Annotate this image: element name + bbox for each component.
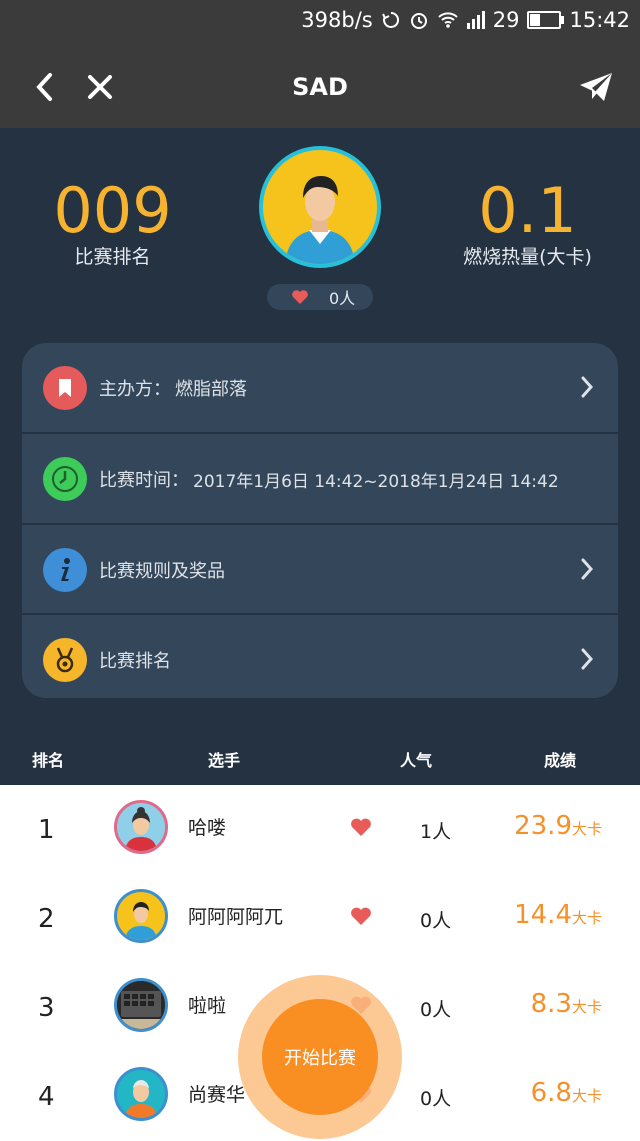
row-name: 阿阿阿阿兀 [188, 906, 284, 928]
row-rank: 1 [38, 815, 55, 845]
status-bar: 398b/s 29 15:42 [0, 0, 640, 45]
page-title: SAD [292, 73, 348, 101]
score-value: 8.3 [530, 989, 572, 1019]
rules-row[interactable]: 比赛规则及奖品 [22, 525, 618, 615]
time-label: 比赛时间： [99, 470, 189, 491]
row-popularity: 0人 [420, 1088, 452, 1110]
paper-plane-icon [580, 73, 612, 101]
likes-count[interactable]: 0人 [267, 284, 373, 310]
chevron-right-icon [581, 558, 594, 580]
battery-level: 29 [492, 8, 520, 32]
user-avatar[interactable] [259, 146, 381, 268]
heart-icon [292, 290, 308, 304]
avatar[interactable] [114, 1067, 168, 1121]
calorie-value: 0.1 [478, 174, 577, 247]
row-name: 尚赛华 [188, 1084, 246, 1106]
row-popularity: 1人 [420, 821, 452, 843]
alarm-icon [410, 13, 427, 29]
row-score: 8.3大卡 [531, 989, 602, 1019]
rank-value: 009 [53, 174, 172, 247]
header-rank: 排名 [32, 751, 65, 770]
sync-icon [381, 11, 399, 28]
row-score: 23.9大卡 [514, 811, 602, 841]
header-score: 成绩 [544, 751, 577, 770]
score-unit: 大卡 [571, 820, 602, 838]
avatar-elder-icon [125, 1080, 157, 1118]
info-icon [43, 548, 87, 592]
bookmark-icon [43, 366, 87, 410]
row-popularity: 0人 [420, 999, 452, 1021]
nav-bar: SAD [0, 45, 640, 128]
time-value: 2017年1月6日 14:42~2018年1月24日 14:42 [193, 471, 559, 492]
calorie-stat: 0.1 燃烧热量(大卡) [455, 180, 600, 269]
start-race-button[interactable]: 开始比赛 [262, 999, 378, 1115]
avatar[interactable] [114, 800, 168, 854]
medal-icon [43, 638, 87, 682]
ranking-label: 比赛排名 [99, 651, 171, 672]
avatar-keyboard-photo [117, 981, 165, 1029]
chevron-right-icon [581, 376, 594, 398]
row-rank: 4 [38, 1082, 55, 1112]
score-value: 23.9 [514, 811, 572, 841]
likes-value: 0人 [329, 289, 356, 308]
battery-icon [527, 11, 565, 29]
row-score: 14.4大卡 [514, 900, 602, 930]
wifi-icon [438, 12, 458, 28]
rules-label: 比赛规则及奖品 [99, 561, 225, 582]
score-value: 6.8 [530, 1078, 572, 1108]
avatar-man-icon [285, 176, 355, 264]
row-score: 6.8大卡 [531, 1078, 602, 1108]
table-row[interactable]: 2 阿阿阿阿兀 0人 14.4大卡 [0, 874, 640, 963]
score-unit: 大卡 [571, 909, 602, 927]
profile-header: 009 比赛排名 0人 0.1 燃烧热量(大卡) 主办方： 燃脂部落 比赛时间：… [0, 128, 640, 785]
clock-icon [43, 457, 87, 501]
organizer-label: 主办方： [99, 379, 171, 400]
score-unit: 大卡 [571, 1087, 602, 1105]
time-row: 比赛时间： 2017年1月6日 14:42~2018年1月24日 14:42 [22, 434, 618, 524]
share-button[interactable] [574, 65, 618, 109]
row-name: 哈喽 [188, 817, 227, 839]
network-speed: 398b/s [301, 8, 373, 32]
avatar-woman-icon [125, 807, 157, 851]
rank-stat: 009 比赛排名 [40, 180, 185, 269]
clock: 15:42 [569, 8, 630, 32]
header-popularity: 人气 [400, 751, 433, 770]
avatar[interactable] [114, 889, 168, 943]
row-name: 啦啦 [188, 995, 227, 1017]
ranking-row[interactable]: 比赛排名 [22, 615, 618, 698]
info-card: 主办方： 燃脂部落 比赛时间： 2017年1月6日 14:42~2018年1月2… [22, 343, 618, 698]
table-row[interactable]: 1 哈喽 1人 23.9大卡 [0, 785, 640, 874]
organizer-row[interactable]: 主办方： 燃脂部落 [22, 343, 618, 433]
row-popularity: 0人 [420, 910, 452, 932]
calorie-label: 燃烧热量(大卡) [463, 246, 592, 268]
organizer-value: 燃脂部落 [175, 379, 247, 400]
chevron-right-icon [581, 648, 594, 670]
avatar-man-icon [125, 902, 157, 940]
score-value: 14.4 [514, 900, 572, 930]
header-player: 选手 [208, 751, 241, 770]
score-unit: 大卡 [571, 998, 602, 1016]
avatar[interactable] [114, 978, 168, 1032]
heart-icon[interactable] [350, 907, 372, 926]
row-rank: 3 [38, 993, 55, 1023]
row-rank: 2 [38, 904, 55, 934]
table-header: 排名 选手 人气 成绩 [0, 733, 640, 785]
heart-icon[interactable] [350, 818, 372, 837]
signal-icon [466, 11, 485, 29]
